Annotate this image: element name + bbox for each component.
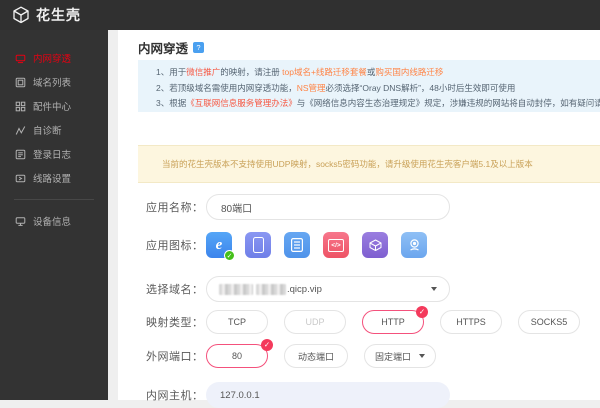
app-name-label: 应用名称： [146, 199, 204, 215]
sidebar-item-label: 域名列表 [33, 75, 71, 89]
diagnosis-icon [15, 125, 26, 136]
map-type-options: TCP UDP HTTP✓ HTTPS SOCKS5 [206, 310, 580, 334]
version-warning-bar: 当前的花生壳版本不支持使用UDP映射，socks5密码功能，请升级使用花生壳客户… [138, 145, 600, 183]
sidebar-item-label: 线路设置 [33, 171, 71, 185]
external-port-input[interactable] [206, 344, 268, 368]
external-port-label: 外网端口： [146, 348, 204, 364]
map-type-tcp[interactable]: TCP [206, 310, 268, 334]
grid-icon [15, 101, 26, 112]
domain-label: 选择域名： [146, 281, 204, 297]
check-badge-icon: ✓ [416, 306, 428, 318]
sidebar-nav: 内网穿透 域名列表 配件中心 自诊断 登录日志 线路设置 设备信息 [0, 30, 108, 400]
internal-host-label: 内网主机： [146, 387, 204, 403]
sidebar-item-label: 内网穿透 [33, 51, 71, 65]
webcam-app-icon[interactable] [401, 232, 427, 258]
caret-down-icon [419, 354, 425, 358]
main-panel: 内网穿透 ? 1、用于微信推广的映射，请注册 top域名+线路迁移套餐或购买国内… [118, 30, 600, 400]
notice-line-2: 2、若顶级域名需使用内网穿透功能，NS管理必须选择“Oray DNS解析”，48… [156, 81, 600, 97]
code-app-icon[interactable]: </> [323, 232, 349, 258]
domain-select[interactable]: .qicp.vip [206, 276, 450, 302]
route-icon [15, 173, 26, 184]
device-icon [15, 216, 26, 227]
dynamic-port-button[interactable]: 动态端口 [284, 344, 348, 368]
map-type-label: 映射类型： [146, 314, 204, 330]
sidebar-item-route-settings[interactable]: 线路设置 [0, 166, 108, 190]
notice-line-1: 1、用于微信推广的映射，请注册 top域名+线路迁移套餐或购买国内线路迁移 [156, 65, 600, 81]
map-type-udp: UDP [284, 310, 346, 334]
notice-line-3: 3、根据《互联网信息服务管理办法》与《网络信息内容生态治理规定》规定，涉嫌违规的… [156, 96, 600, 112]
sidebar-item-intranet-tunnel[interactable]: 内网穿透 [0, 46, 108, 70]
regulation-link[interactable]: 《互联网信息服务管理办法》 [186, 98, 297, 108]
sidebar-item-login-log[interactable]: 登录日志 [0, 142, 108, 166]
document-app-icon[interactable] [284, 232, 310, 258]
check-badge-icon: ✓ [261, 339, 273, 351]
notice-box: 1、用于微信推广的映射，请注册 top域名+线路迁移套餐或购买国内线路迁移 2、… [138, 60, 600, 112]
app-icon-row: 应用图标： e ✓ </> [146, 232, 600, 258]
wechat-promo-text: 微信推广 [186, 67, 220, 77]
sidebar-item-parts-center[interactable]: 配件中心 [0, 94, 108, 118]
top-domain-link[interactable]: top域名+线路迁移套餐 [282, 67, 367, 77]
sidebar-item-label: 登录日志 [33, 147, 71, 161]
caret-down-icon [431, 287, 437, 291]
map-type-http[interactable]: HTTP✓ [362, 310, 424, 334]
brand-name: 花生壳 [36, 5, 81, 25]
log-icon [15, 149, 26, 160]
check-badge-icon: ✓ [224, 250, 235, 261]
map-type-socks5[interactable]: SOCKS5 [518, 310, 580, 334]
censored-domain-block [219, 284, 253, 295]
domain-suffix: .qicp.vip [287, 284, 322, 295]
sidebar-item-label: 设备信息 [33, 214, 71, 228]
phone-app-icon[interactable] [245, 232, 271, 258]
external-port-row: 外网端口： ✓ 动态端口 固定端口 [146, 344, 600, 368]
app-icon-options: e ✓ </> [206, 232, 427, 258]
fixed-port-select[interactable]: 固定端口 [364, 344, 436, 368]
app-icon-label: 应用图标： [146, 237, 204, 253]
sidebar-item-domain-list[interactable]: 域名列表 [0, 70, 108, 94]
app-name-row: 应用名称： [146, 194, 600, 220]
sidebar-item-self-diagnosis[interactable]: 自诊断 [0, 118, 108, 142]
help-icon[interactable]: ? [193, 42, 204, 53]
domain-list-icon [15, 77, 26, 88]
sidebar-item-device-info[interactable]: 设备信息 [0, 209, 108, 233]
map-type-https[interactable]: HTTPS [440, 310, 502, 334]
tunnel-icon [15, 53, 26, 64]
censored-domain-block [256, 284, 286, 295]
ns-manage-link[interactable]: NS管理 [297, 83, 326, 93]
internal-host-row: 内网主机： [146, 382, 600, 408]
internal-host-input[interactable] [206, 382, 450, 408]
buy-route-link[interactable]: 购买国内线路迁移 [375, 67, 443, 77]
map-type-row: 映射类型： TCP UDP HTTP✓ HTTPS SOCKS5 [146, 310, 600, 334]
sidebar-item-label: 自诊断 [33, 123, 62, 137]
top-bar: 花生壳 [0, 0, 600, 30]
storage-box-icon[interactable] [362, 232, 388, 258]
sidebar-item-label: 配件中心 [33, 99, 71, 113]
page-header: 内网穿透 ? [138, 38, 204, 57]
sidebar-divider [14, 199, 94, 200]
page-title: 内网穿透 [138, 38, 188, 57]
brand-logo[interactable]: 花生壳 [12, 5, 81, 25]
cube-logo-icon [12, 6, 30, 24]
app-name-input[interactable] [206, 194, 450, 220]
ie-browser-icon[interactable]: e ✓ [206, 232, 232, 258]
domain-row: 选择域名： .qicp.vip [146, 276, 600, 302]
